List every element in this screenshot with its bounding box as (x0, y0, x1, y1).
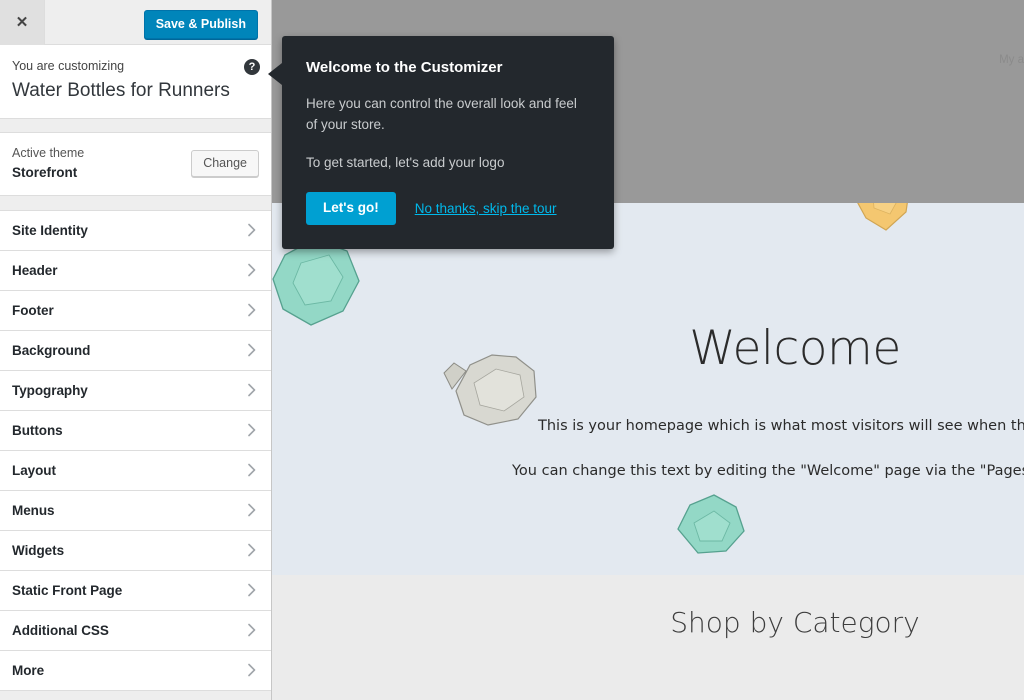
chevron-right-icon (247, 503, 257, 517)
active-theme-label: Active theme (12, 146, 85, 161)
preview-paragraph-1: This is your homepage which is what most… (538, 418, 1024, 434)
sidebar-item-layout[interactable]: Layout (0, 450, 271, 491)
sidebar-item-background[interactable]: Background (0, 330, 271, 371)
preview-page-heading: Welcome (689, 321, 901, 376)
customizer-welcome-tooltip: Welcome to the Customizer Here you can c… (268, 36, 614, 249)
chevron-right-icon (247, 223, 257, 237)
chevron-right-icon (247, 663, 257, 677)
close-customizer-button[interactable]: ✕ (0, 0, 45, 45)
sidebar-item-label: Widgets (12, 542, 65, 558)
sidebar-bottom-filler (0, 690, 271, 700)
chevron-right-icon (247, 463, 257, 477)
sidebar-item-label: Layout (12, 462, 56, 478)
chevron-right-icon (247, 383, 257, 397)
help-icon[interactable]: ? (244, 59, 260, 75)
chevron-right-icon (247, 263, 257, 277)
sidebar-item-label: Menus (12, 502, 55, 518)
sidebar-item-label: Footer (12, 302, 54, 318)
active-theme-text: Active theme Storefront (12, 144, 84, 183)
active-theme-row: Active theme Storefront Change (0, 133, 271, 196)
sidebar-topbar: ✕ Save & Publish (0, 0, 271, 45)
sidebar-item-label: Buttons (12, 422, 63, 438)
sidebar-item-additional-css[interactable]: Additional CSS (0, 610, 271, 651)
tooltip-actions: Let's go! No thanks, skip the tour (306, 192, 590, 225)
sidebar-spacer-1 (0, 119, 271, 134)
preview-hero-section: Welcome This is your homepage which is w… (272, 203, 1024, 575)
customizing-eyebrow-label: You are customizing (12, 59, 125, 73)
save-and-publish-button[interactable]: Save & Publish (143, 10, 258, 40)
sidebar-item-label: Static Front Page (12, 582, 123, 598)
customizer-sections-list: Site Identity Header Footer Background Typog… (0, 209, 271, 691)
sidebar-item-static-front-page[interactable]: Static Front Page (0, 570, 271, 611)
preview-paragraph-2: You can change this text by editing the … (512, 463, 1024, 479)
tooltip-title: Welcome to the Customizer (306, 59, 503, 76)
tooltip-paragraph-1: Here you can control the overall look an… (306, 95, 577, 133)
chevron-right-icon (247, 343, 257, 357)
chevron-right-icon (247, 423, 257, 437)
sidebar-item-buttons[interactable]: Buttons (0, 410, 271, 451)
sidebar-item-label: Typography (12, 382, 88, 398)
shop-by-category-heading: Shop by Category (670, 606, 920, 639)
sidebar-item-header[interactable]: Header (0, 250, 271, 291)
sidebar-item-label: Additional CSS (12, 622, 109, 638)
customizer-sidebar: ✕ Save & Publish You are customizing Wat… (0, 0, 272, 700)
chevron-right-icon (247, 623, 257, 637)
tooltip-paragraph-2: To get started, let's add your logo (306, 155, 505, 171)
site-title: Water Bottles for Runners (12, 79, 230, 101)
sidebar-item-widgets[interactable]: Widgets (0, 530, 271, 571)
bottle-illustration-teal-bottom (677, 494, 745, 554)
sidebar-item-footer[interactable]: Footer (0, 290, 271, 331)
chevron-right-icon (247, 583, 257, 597)
my-account-link[interactable]: My a (999, 54, 1024, 66)
customizer-app: My a Welcome This is your homepage which… (0, 0, 1024, 700)
sidebar-spacer-2 (0, 195, 271, 210)
sidebar-item-label: More (12, 662, 45, 678)
sidebar-item-typography[interactable]: Typography (0, 370, 271, 411)
chevron-right-icon (247, 543, 257, 557)
skip-tour-link[interactable]: No thanks, skip the tour (415, 201, 557, 216)
lets-go-button[interactable]: Let's go! (306, 192, 396, 225)
change-theme-button[interactable]: Change (191, 150, 259, 178)
sidebar-item-label: Background (12, 342, 91, 358)
sidebar-item-menus[interactable]: Menus (0, 490, 271, 531)
sidebar-item-label: Site Identity (12, 222, 88, 238)
sidebar-item-label: Header (12, 262, 58, 278)
sidebar-item-more[interactable]: More (0, 650, 271, 691)
preview-shop-by-category-section: Shop by Category (272, 575, 1024, 700)
chevron-right-icon (247, 303, 257, 317)
sidebar-item-site-identity[interactable]: Site Identity (0, 210, 271, 251)
sidebar-site-info: You are customizing Water Bottles for Ru… (0, 45, 271, 120)
active-theme-name: Storefront (12, 165, 78, 181)
